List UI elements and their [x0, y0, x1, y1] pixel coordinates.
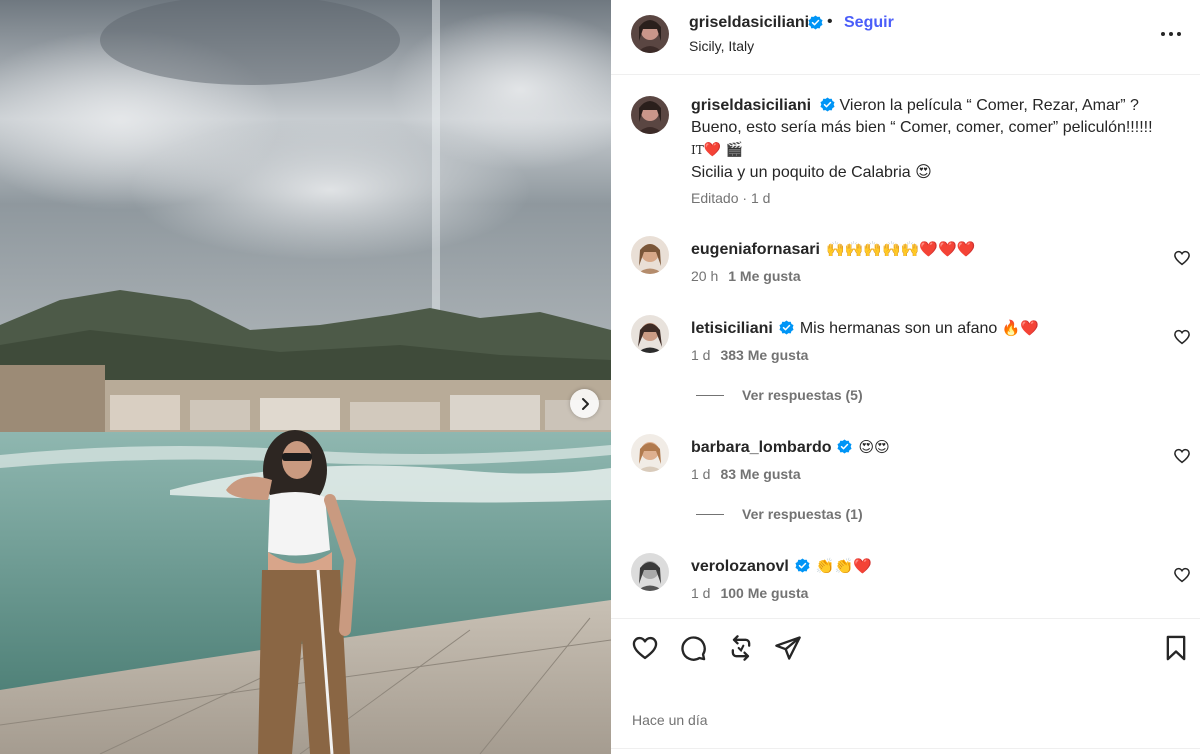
caption-author-avatar[interactable]	[631, 96, 669, 134]
comment-age[interactable]: 1 d	[691, 347, 710, 363]
comment-emoji: 🔥❤️	[1001, 319, 1040, 337]
beach-photo-image	[0, 0, 611, 754]
comment-emoji: 😍😍	[858, 438, 890, 456]
comment-username[interactable]: eugeniafornasari	[691, 241, 820, 258]
caption-line-2: Bueno, esto sería más bien “ Comer, come…	[691, 119, 1153, 136]
caption-line-3-emoji: ❤️ 🎬	[703, 142, 744, 158]
caption-line-4: Sicilia y un poquito de Calabria	[691, 164, 911, 181]
caption-line-4-emoji: 😍	[915, 162, 932, 181]
verified-badge-icon	[837, 439, 853, 454]
post-location[interactable]: Sicily, Italy	[689, 38, 754, 54]
comment-emoji: 🙌🙌🙌🙌🙌❤️❤️❤️	[825, 240, 976, 258]
post-actions: Hace un día	[611, 618, 1200, 748]
comment-text: Mis hermanas son un afano	[799, 320, 998, 337]
commenter-avatar[interactable]	[631, 236, 669, 274]
commenter-avatar[interactable]	[631, 315, 669, 353]
view-replies-button[interactable]: Ver respuestas (1)	[696, 506, 863, 526]
replies-divider	[696, 395, 724, 396]
more-horizontal-icon	[1161, 32, 1181, 36]
send-icon[interactable]	[774, 634, 802, 662]
comment-like-heart-icon[interactable]	[1173, 447, 1191, 465]
view-replies-label: Ver respuestas (5)	[742, 387, 863, 403]
comment-age[interactable]: 20 h	[691, 268, 718, 284]
verified-badge-icon	[820, 97, 835, 112]
comment-like-heart-icon[interactable]	[1173, 328, 1191, 346]
comment-likes[interactable]: 100 Me gusta	[720, 585, 808, 601]
comment-likes[interactable]: 83 Me gusta	[720, 466, 800, 482]
comment-username[interactable]: verolozanovl	[691, 558, 789, 575]
header-separator: •	[827, 13, 833, 30]
comment-emoji: 👏👏❤️	[815, 557, 872, 575]
comment-item: eugeniafornasari 🙌🙌🙌🙌🙌❤️❤️❤️ 20 h 1 Me gus…	[611, 234, 1200, 304]
replies-divider	[696, 514, 724, 515]
post-side-panel: griseldasiciliani • Seguir Sicily, Italy…	[611, 0, 1200, 754]
view-replies-label: Ver respuestas (1)	[742, 506, 863, 522]
comment-body: letisiciliani Mis hermanas son un afano 🔥…	[691, 319, 1039, 338]
caption-text: griseldasiciliani Vieron la película “ C…	[691, 95, 1181, 184]
comment-item: letisiciliani Mis hermanas son un afano 🔥…	[611, 313, 1200, 383]
comment-meta: 20 h 1 Me gusta	[691, 268, 801, 284]
heart-icon[interactable]	[631, 634, 659, 662]
comment-body: verolozanovl 👏👏❤️	[691, 557, 872, 576]
comment-like-heart-icon[interactable]	[1173, 249, 1191, 267]
view-replies-button[interactable]: Ver respuestas (5)	[696, 387, 863, 407]
caption-meta: Editado · 1 d	[691, 190, 770, 206]
verified-badge-icon	[779, 320, 794, 335]
comment-age[interactable]: 1 d	[691, 585, 710, 601]
verified-badge-icon	[795, 558, 810, 573]
caption-line-1: Vieron la película “ Comer, Rezar, Amar”…	[839, 97, 1139, 114]
caption-username[interactable]: griseldasiciliani	[691, 97, 811, 114]
comment-age[interactable]: 1 d	[691, 466, 710, 482]
comment-body: barbara_lombardo 😍😍	[691, 438, 890, 457]
carousel-next-button[interactable]	[570, 389, 599, 418]
comment-meta: 1 d 100 Me gusta	[691, 585, 808, 601]
author-avatar[interactable]	[631, 15, 669, 53]
comment-item: barbara_lombardo 😍😍 1 d 83 Me gusta	[611, 432, 1200, 502]
comment-username[interactable]: letisiciliani	[691, 320, 773, 337]
follow-button[interactable]: Seguir	[844, 14, 894, 32]
comment-meta: 1 d 383 Me gusta	[691, 347, 808, 363]
comment-like-heart-icon[interactable]	[1173, 566, 1191, 584]
post-header: griseldasiciliani • Seguir Sicily, Italy	[611, 0, 1200, 75]
comment-likes[interactable]: 1 Me gusta	[728, 268, 800, 284]
verified-badge-icon	[808, 15, 823, 30]
share-icon[interactable]	[727, 634, 755, 662]
commenter-avatar[interactable]	[631, 553, 669, 591]
caption-meta-separator: ·	[742, 190, 748, 206]
author-username[interactable]: griseldasiciliani	[689, 14, 809, 32]
comment-username[interactable]: barbara_lombardo	[691, 439, 831, 456]
post-photo	[0, 0, 611, 754]
comment-body: eugeniafornasari 🙌🙌🙌🙌🙌❤️❤️❤️	[691, 240, 975, 259]
comment-icon[interactable]	[679, 634, 707, 662]
chevron-right-icon	[581, 397, 589, 410]
bookmark-icon[interactable]	[1162, 634, 1190, 662]
comment-meta: 1 d 83 Me gusta	[691, 466, 801, 482]
post-timestamp[interactable]: Hace un día	[632, 712, 708, 728]
caption-line-3-prefix: IT	[691, 143, 704, 157]
panel-bottom-divider	[611, 748, 1200, 749]
caption-age[interactable]: 1 d	[751, 190, 770, 206]
edited-label: Editado	[691, 190, 739, 206]
comment-item: verolozanovl 👏👏❤️ 1 d 100 Me gusta	[611, 551, 1200, 621]
more-options-button[interactable]	[1159, 22, 1183, 46]
commenter-avatar[interactable]	[631, 434, 669, 472]
comment-likes[interactable]: 383 Me gusta	[720, 347, 808, 363]
